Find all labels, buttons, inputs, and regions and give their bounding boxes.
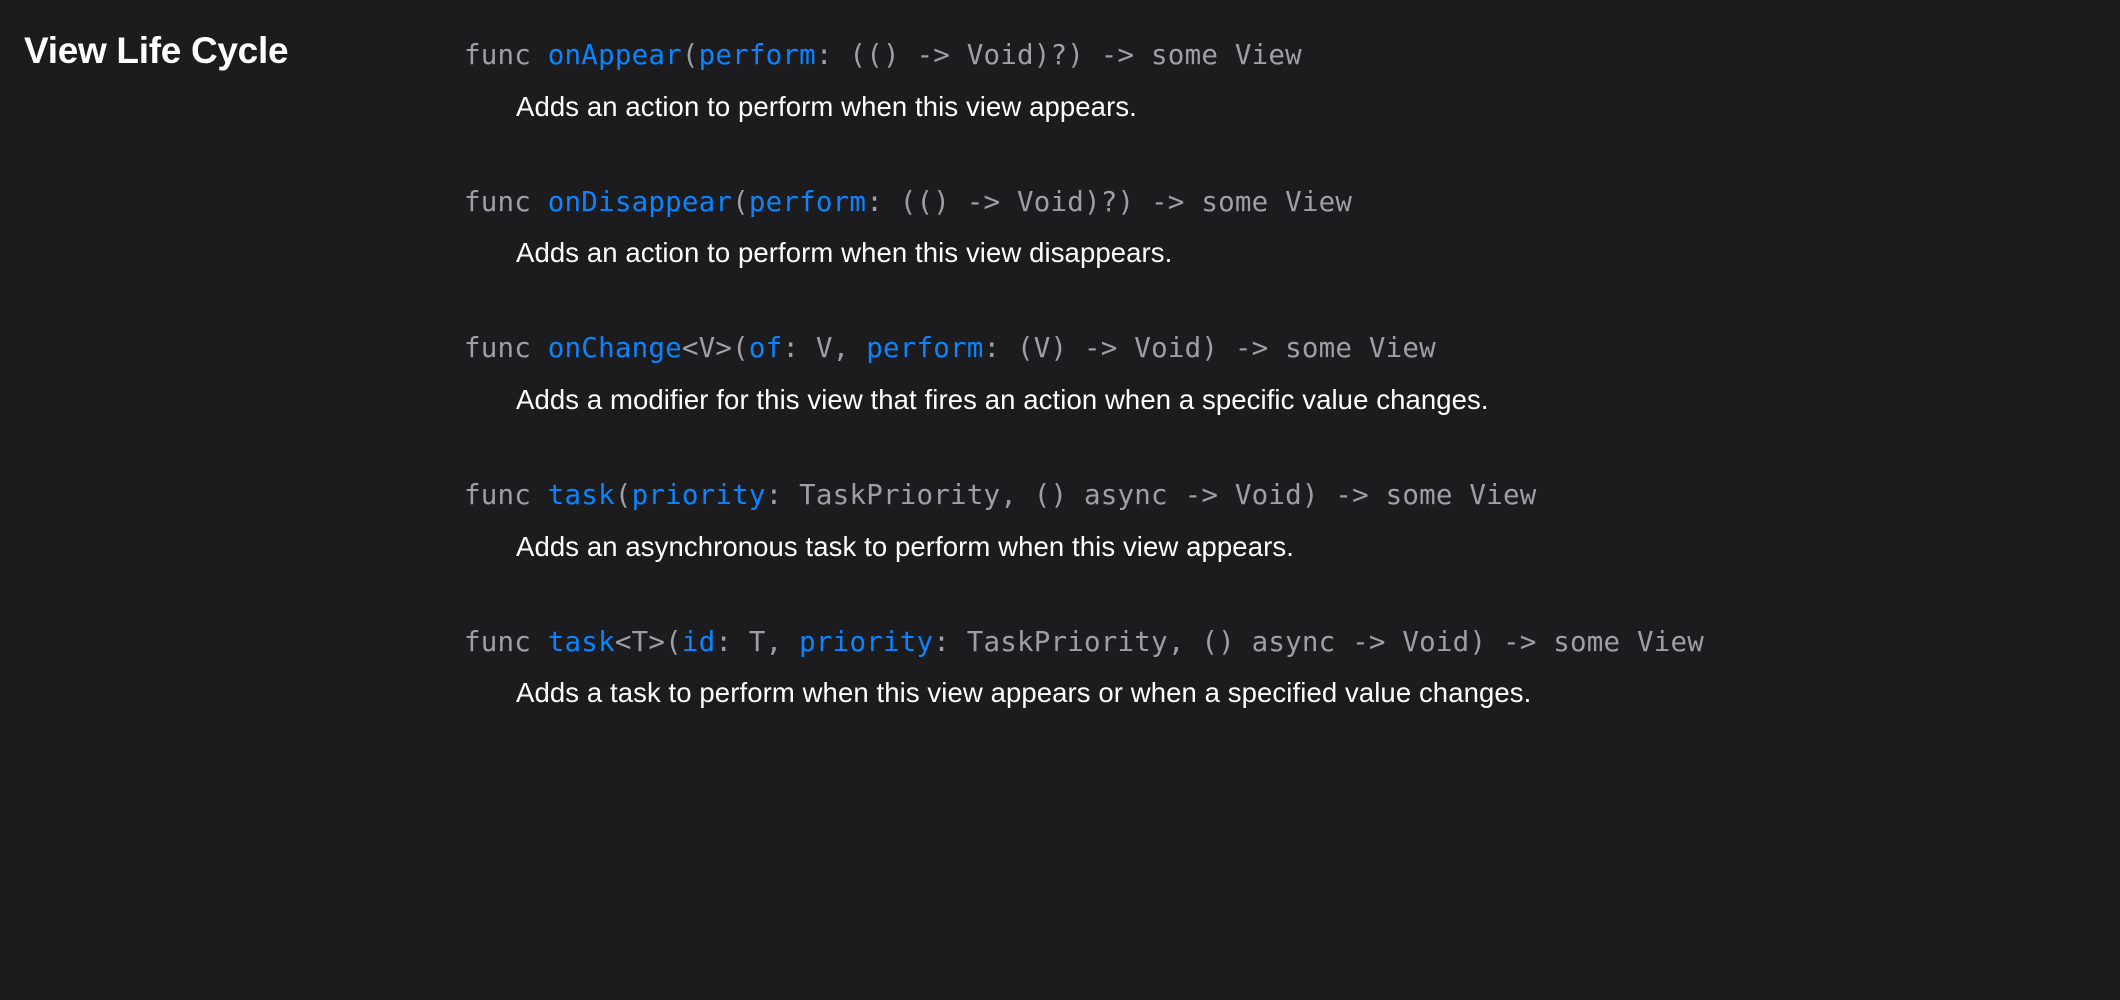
api-description: Adds an asynchronous task to perform whe… bbox=[516, 528, 2096, 565]
sig-text: : (() -> Void)?) -> some View bbox=[866, 186, 1352, 218]
api-signature[interactable]: func onDisappear(perform: (() -> Void)?)… bbox=[464, 183, 2096, 223]
method-name: task bbox=[548, 479, 615, 511]
param-label: priority bbox=[799, 626, 933, 658]
method-name: task bbox=[548, 626, 615, 658]
sig-text: : (() -> Void)?) -> some View bbox=[816, 39, 1302, 71]
keyword-func: func bbox=[464, 479, 548, 511]
sig-text: <V>( bbox=[682, 332, 749, 364]
keyword-func: func bbox=[464, 186, 548, 218]
api-item-task: func task(priority: TaskPriority, () asy… bbox=[464, 476, 2096, 565]
sig-text: : TaskPriority, () async -> Void) -> som… bbox=[766, 479, 1537, 511]
param-label: perform bbox=[699, 39, 816, 71]
section-sidebar: View Life Cycle bbox=[24, 30, 424, 770]
api-item-onappear: func onAppear(perform: (() -> Void)?) ->… bbox=[464, 36, 2096, 125]
sig-text: ( bbox=[615, 479, 632, 511]
keyword-func: func bbox=[464, 626, 548, 658]
keyword-func: func bbox=[464, 39, 548, 71]
api-signature[interactable]: func task<T>(id: T, priority: TaskPriori… bbox=[464, 623, 2096, 663]
keyword-func: func bbox=[464, 332, 548, 364]
api-signature[interactable]: func onAppear(perform: (() -> Void)?) ->… bbox=[464, 36, 2096, 76]
documentation-section: View Life Cycle func onAppear(perform: (… bbox=[24, 30, 2096, 770]
method-name: onChange bbox=[548, 332, 682, 364]
param-label: id bbox=[682, 626, 716, 658]
sig-text: : TaskPriority, () async -> Void) -> som… bbox=[933, 626, 1704, 658]
sig-text: <T>( bbox=[615, 626, 682, 658]
sig-text: : V, bbox=[782, 332, 866, 364]
api-signature[interactable]: func onChange<V>(of: V, perform: (V) -> … bbox=[464, 329, 2096, 369]
method-name: onDisappear bbox=[548, 186, 732, 218]
method-name: onAppear bbox=[548, 39, 682, 71]
api-description: Adds a task to perform when this view ap… bbox=[516, 674, 2096, 711]
api-item-ondisappear: func onDisappear(perform: (() -> Void)?)… bbox=[464, 183, 2096, 272]
sig-text: : (V) -> Void) -> some View bbox=[984, 332, 1436, 364]
param-label: perform bbox=[866, 332, 983, 364]
param-label: perform bbox=[749, 186, 866, 218]
api-description: Adds an action to perform when this view… bbox=[516, 234, 2096, 271]
param-label: priority bbox=[632, 479, 766, 511]
api-description: Adds an action to perform when this view… bbox=[516, 88, 2096, 125]
sig-text: : T, bbox=[715, 626, 799, 658]
param-label: of bbox=[749, 332, 783, 364]
sig-text: ( bbox=[682, 39, 699, 71]
api-signature[interactable]: func task(priority: TaskPriority, () asy… bbox=[464, 476, 2096, 516]
api-list: func onAppear(perform: (() -> Void)?) ->… bbox=[464, 30, 2096, 770]
sig-text: ( bbox=[732, 186, 749, 218]
api-item-onchange: func onChange<V>(of: V, perform: (V) -> … bbox=[464, 329, 2096, 418]
section-title: View Life Cycle bbox=[24, 30, 424, 72]
api-item-task-id: func task<T>(id: T, priority: TaskPriori… bbox=[464, 623, 2096, 712]
api-description: Adds a modifier for this view that fires… bbox=[516, 381, 2096, 418]
